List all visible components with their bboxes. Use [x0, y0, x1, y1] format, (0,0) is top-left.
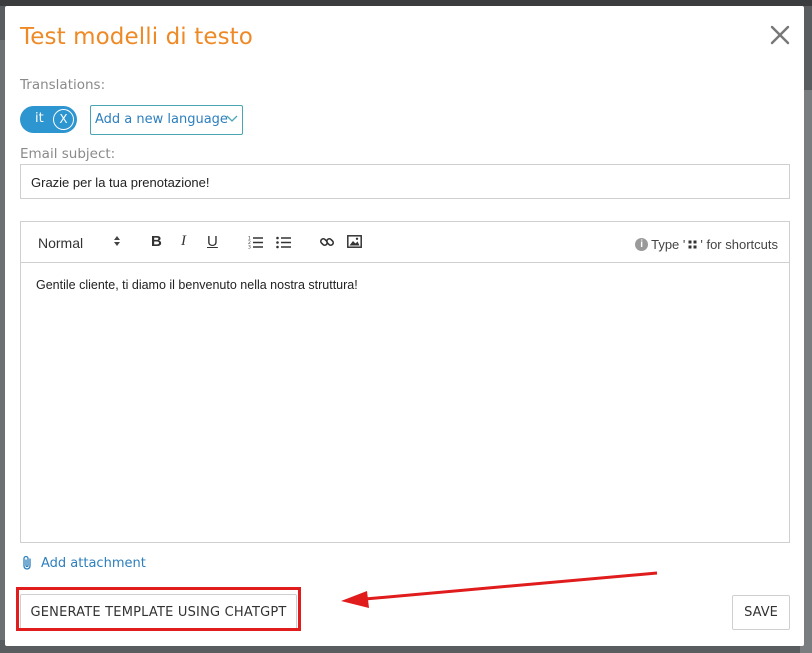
- add-language-label: Add a new language: [95, 112, 228, 127]
- add-attachment-link[interactable]: Add attachment: [22, 555, 146, 571]
- annotation-arrow-icon: [341, 571, 658, 608]
- link-icon[interactable]: [319, 234, 335, 250]
- language-tag-it[interactable]: it X: [20, 106, 77, 133]
- paperclip-icon: [23, 555, 31, 570]
- save-button[interactable]: SAVE: [732, 595, 790, 630]
- dialog-title: Test modelli di testo: [20, 24, 253, 50]
- svg-text:3: 3: [248, 245, 251, 250]
- bullet-list-icon[interactable]: [276, 235, 292, 249]
- close-icon[interactable]: [767, 22, 793, 48]
- translations-label: Translations:: [20, 77, 106, 93]
- email-subject-label: Email subject:: [20, 146, 116, 162]
- rich-text-editor: Normal B I U 1 2 3 i Type ' ' for shortc…: [20, 221, 790, 543]
- format-select[interactable]: Normal: [38, 235, 83, 251]
- chevron-down-icon: [226, 115, 238, 122]
- underline-button[interactable]: U: [207, 233, 218, 250]
- template-dialog: Test modelli di testo Translations: it X…: [5, 6, 804, 646]
- language-code: it: [35, 111, 44, 126]
- hint-prefix: Type ': [651, 237, 686, 252]
- image-icon[interactable]: [347, 235, 362, 248]
- editor-toolbar: Normal B I U 1 2 3 i Type ' ' for shortc…: [21, 222, 789, 263]
- italic-button[interactable]: I: [181, 233, 186, 250]
- add-attachment-label: Add attachment: [41, 555, 146, 571]
- ordered-list-icon[interactable]: 1 2 3: [248, 235, 264, 249]
- hint-suffix: ' for shortcuts: [700, 237, 778, 252]
- remove-language-button[interactable]: X: [53, 109, 74, 130]
- shortcut-grid-icon: [688, 240, 697, 249]
- annotation-highlight-box: [16, 587, 301, 631]
- bold-button[interactable]: B: [151, 233, 162, 250]
- shortcut-hint: i Type ' ' for shortcuts: [635, 237, 778, 252]
- editor-body-text[interactable]: Gentile cliente, ti diamo il benvenuto n…: [36, 278, 358, 292]
- add-language-select[interactable]: Add a new language: [90, 105, 243, 135]
- email-subject-input[interactable]: Grazie per la tua prenotazione!: [20, 164, 790, 199]
- info-icon: i: [635, 238, 649, 251]
- select-arrows-icon[interactable]: [113, 235, 121, 247]
